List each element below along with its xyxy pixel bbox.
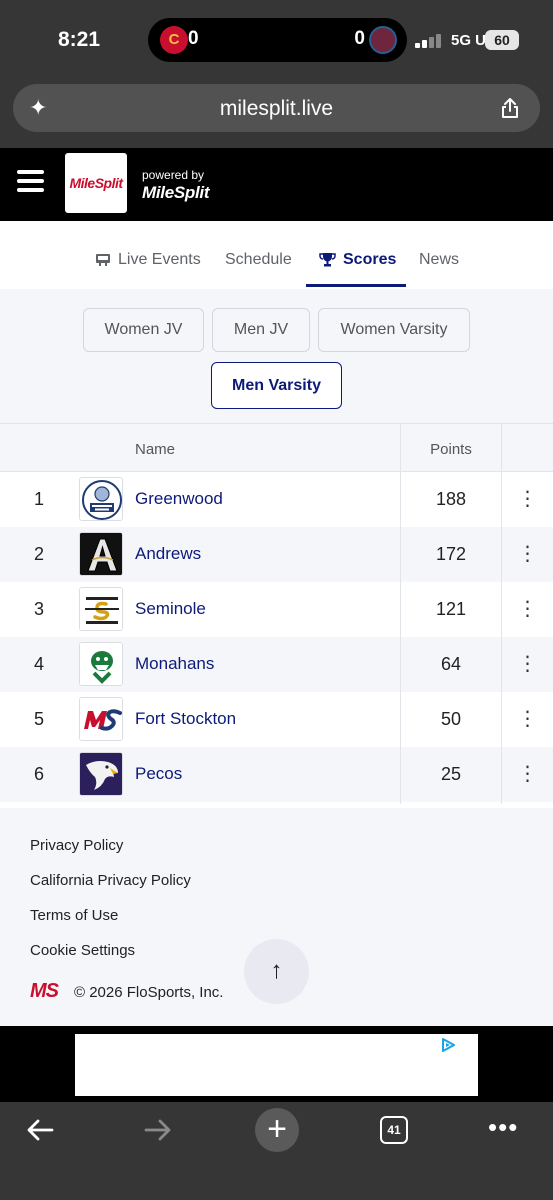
filter-women-varsity[interactable]: Women Varsity [318,308,470,352]
more-options-icon[interactable]: ⋮ [502,705,553,733]
filter-women-jv[interactable]: Women JV [83,308,204,352]
powered-by-label: powered by [142,168,205,182]
team-name[interactable]: Monahans [135,654,214,674]
fort-stockton-logo [79,697,123,741]
team-scores-table: Name Points 1 Greenwood 188 ⋮ 2 Andrews … [0,423,553,804]
rank: 3 [33,599,44,619]
share-icon[interactable] [498,96,522,120]
points: 64 [440,654,462,674]
column-divider [501,424,502,804]
more-options-icon[interactable]: ⋮ [502,485,553,513]
column-header-name[interactable]: Name [135,441,175,458]
seminole-logo [79,587,123,631]
terms-of-use-link[interactable]: Terms of Use [30,907,118,924]
column-divider [400,424,401,804]
forward-arrow-icon[interactable] [142,1114,174,1146]
more-options-icon[interactable]: ⋮ [502,540,553,568]
back-arrow-icon[interactable] [24,1114,56,1146]
more-options-icon[interactable]: ⋮ [502,760,553,788]
points: 25 [440,764,462,784]
milesplit-logo[interactable]: MileSplit [65,153,127,213]
live-activity-score[interactable]: C 0 0 [148,18,407,62]
ad-banner[interactable] [75,1034,478,1096]
new-tab-icon[interactable]: + [255,1108,299,1152]
ad-banner-area [0,1026,553,1102]
team-name[interactable]: Pecos [135,764,182,784]
site-footer: Privacy Policy California Privacy Policy… [0,808,553,1026]
table-row[interactable]: 2 Andrews 172 ⋮ [0,527,553,582]
privacy-policy-link[interactable]: Privacy Policy [30,837,123,854]
table-row[interactable]: 3 Seminole 121 ⋮ [0,582,553,637]
points: 188 [435,489,467,509]
browser-bottom-bar: + 41 ••• [0,1102,553,1200]
column-header-points[interactable]: Points [401,441,501,458]
division-filter: Women JV Men JV Women Varsity Men Varsit… [0,289,553,423]
scoreboard-icon [96,254,110,266]
powered-by-brand: MileSplit [142,183,210,202]
menu-icon[interactable] [17,170,44,192]
battery-icon: 60 [485,30,519,50]
monahans-logo [79,642,123,686]
team-name[interactable]: Fort Stockton [135,709,236,729]
tab-live-events[interactable]: Live Events [118,251,201,269]
address-bar[interactable]: ✦ milesplit.live [13,84,540,132]
active-tab-indicator [306,284,406,287]
avalanche-logo-icon [369,26,397,54]
adchoices-icon[interactable] [440,1037,456,1053]
flames-logo-icon: C [160,26,188,54]
left-team-score: 0 [188,28,199,49]
rank: 5 [33,709,44,729]
status-bar: 8:21 C 0 0 5G UW 60 [0,0,553,78]
trophy-icon [319,253,336,267]
nav-tabs: Live Events Schedule Scores News [0,221,553,287]
rank: 2 [33,544,44,564]
tab-switcher-button[interactable]: 41 [380,1116,408,1144]
more-options-icon[interactable]: ⋮ [502,650,553,678]
signal-icon [415,34,445,48]
points: 50 [440,709,462,729]
filter-men-varsity[interactable]: Men Varsity [211,362,342,409]
team-name[interactable]: Greenwood [135,489,223,509]
team-name[interactable]: Andrews [135,544,201,564]
browser-toolbar: ✦ milesplit.live [0,78,553,148]
more-menu-icon[interactable]: ••• [488,1112,518,1143]
pecos-logo [79,752,123,796]
more-options-icon[interactable]: ⋮ [502,595,553,623]
milesplit-footer-logo: MS [30,980,59,1002]
andrews-logo [79,532,123,576]
table-row[interactable]: 4 Monahans 64 ⋮ [0,637,553,692]
filter-men-jv[interactable]: Men JV [212,308,310,352]
table-row[interactable]: 1 Greenwood 188 ⋮ [0,472,553,527]
right-team-score: 0 [354,28,365,49]
greenwood-logo [79,477,123,521]
copyright: © 2026 FloSports, Inc. [74,984,224,1001]
team-name[interactable]: Seminole [135,599,206,619]
clock: 8:21 [58,28,101,51]
table-row[interactable]: 6 Pecos 25 ⋮ [0,747,553,802]
points: 121 [435,599,467,619]
scroll-to-top-button[interactable]: ↑ [244,939,309,1004]
table-header: Name Points [0,424,553,472]
url-text[interactable]: milesplit.live [13,97,540,121]
tab-news[interactable]: News [419,251,459,269]
rank: 6 [33,764,44,784]
table-row[interactable]: 5 Fort Stockton 50 ⋮ [0,692,553,747]
site-header: MileSplit powered by MileSplit [0,148,553,221]
points: 172 [435,544,467,564]
rank: 4 [33,654,44,674]
california-privacy-link[interactable]: California Privacy Policy [30,872,191,889]
tab-schedule[interactable]: Schedule [225,251,292,269]
tab-scores[interactable]: Scores [343,251,396,269]
rank: 1 [33,489,44,509]
cookie-settings-link[interactable]: Cookie Settings [30,942,135,959]
